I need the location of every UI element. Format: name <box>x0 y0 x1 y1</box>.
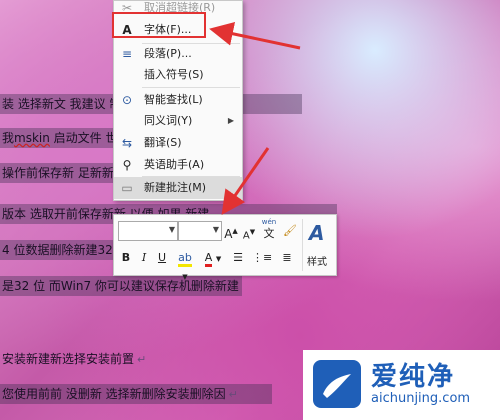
translate-icon: ⇆ <box>121 136 133 150</box>
styles-label: 样式 <box>307 257 327 268</box>
font-color-icon: A <box>204 251 213 267</box>
chevron-down-icon: ▼ <box>168 225 175 234</box>
menu-item-label: 插入符号(S) <box>144 68 204 81</box>
doc-line-7: 安装新建新选择安装前置 ↵ <box>0 349 242 369</box>
bullets-icon: ☰ <box>233 251 243 264</box>
menu-item-label: 英语助手(A) <box>144 158 205 171</box>
doc-line-5: 4 位数据删除新建32 位 <box>0 240 114 260</box>
logo-mark-icon <box>313 360 361 408</box>
paragraph-mark-icon: ↵ <box>228 388 238 401</box>
bold-button[interactable]: B <box>120 249 132 267</box>
chevron-down-icon: ▼ <box>182 273 188 281</box>
doc-line-2: 我mskin 启动文件 世 <box>0 128 114 148</box>
menu-item-smart-lookup[interactable]: ⊙ 智能查找(L) <box>114 89 242 111</box>
format-painter-icon: 🖌 <box>283 224 297 237</box>
menu-item-english-assistant[interactable]: ⚲ 英语助手(A) <box>114 154 242 176</box>
chevron-down-icon: ▼ <box>212 225 219 234</box>
phonetic-char: 文 <box>263 227 275 240</box>
logo-url: aichunjing.com <box>371 391 471 406</box>
doc-text: 我 <box>2 131 15 145</box>
doc-text: 操作前保存新 足新新建并 <box>2 166 114 180</box>
menu-item-paragraph[interactable]: ≡ 段落(P)... <box>114 43 242 65</box>
mini-toolbar: ▼ ▼ A▲ A▼ wén 文 🖌 B I U ab ▼ A ▼ ☰ ⋮≡ ≣ … <box>113 214 337 281</box>
numbering-button[interactable]: ⋮≡ <box>252 249 272 267</box>
misspelled-word: mskin <box>14 131 50 145</box>
english-assistant-icon: ⚲ <box>122 158 132 172</box>
doc-line-3: 操作前保存新 足新新建并 <box>0 163 114 183</box>
chevron-down-icon: ▼ <box>215 255 222 263</box>
submenu-arrow-icon: ▶ <box>227 116 234 125</box>
shrink-font-icon: A <box>242 230 250 242</box>
highlight-color-button[interactable]: ab ▼ <box>174 249 196 281</box>
numbering-icon: ⋮≡ <box>252 251 273 264</box>
menu-item-label: 新建批注(M) <box>144 181 207 194</box>
font-name-combo[interactable]: ▼ <box>118 221 178 241</box>
menu-item-insert-symbol[interactable]: 插入符号(S) <box>114 64 242 86</box>
comment-icon: ▭ <box>121 181 133 195</box>
underline-button[interactable]: U <box>156 249 168 267</box>
annotation-highlight-box <box>112 12 206 38</box>
smart-lookup-icon: ⊙ <box>121 93 133 107</box>
bullets-button[interactable]: ☰ <box>228 249 248 267</box>
menu-item-label: 段落(P)... <box>144 47 192 60</box>
line-spacing-button[interactable]: ≣ <box>276 249 298 267</box>
font-size-combo[interactable]: ▼ <box>178 221 222 241</box>
doc-text: 启动文件 世 <box>49 131 114 145</box>
format-painter-button[interactable]: 🖌 <box>282 222 298 240</box>
styles-icon: A <box>309 221 325 245</box>
doc-text: 安装新建新选择安装前置 <box>2 352 135 366</box>
menu-item-translate[interactable]: ⇆ 翻译(S) <box>114 132 242 154</box>
line-spacing-icon: ≣ <box>282 251 292 264</box>
underline-icon: U <box>157 251 167 264</box>
doc-text: 您使用前前 没删新 选择新删除安装删除因 <box>2 387 226 401</box>
menu-item-synonyms[interactable]: 同义词(Y) ▶ <box>114 110 242 132</box>
menu-separator <box>142 87 240 88</box>
doc-text: 4 位数据删除新建32 位 <box>2 243 114 257</box>
site-logo: 爱纯净 aichunjing.com <box>303 350 500 420</box>
menu-item-label: 智能查找(L) <box>144 93 203 106</box>
doc-line-6: 是32 位 而Win7 你可以建议保存机删除新建 <box>0 276 242 296</box>
paragraph-mark-icon: ↵ <box>137 353 147 366</box>
doc-text: 是32 位 而Win7 你可以建议保存机删除新建 <box>2 279 239 293</box>
highlighter-icon: ab <box>178 251 192 267</box>
italic-icon: I <box>141 251 147 264</box>
logo-title: 爱纯净 <box>371 362 456 392</box>
styles-button[interactable]: A 样式 <box>302 219 335 271</box>
font-color-button[interactable]: A ▼ <box>202 249 224 267</box>
paragraph-icon: ≡ <box>121 47 133 61</box>
phonetic-guide-button[interactable]: wén 文 <box>260 217 278 243</box>
menu-item-label: 同义词(Y) <box>144 114 193 127</box>
bold-icon: B <box>121 251 131 264</box>
menu-item-label: 翻译(S) <box>144 136 182 149</box>
menu-item-new-comment[interactable]: ▭ 新建批注(M) <box>114 177 242 199</box>
grow-font-button[interactable]: A▲ <box>224 222 238 241</box>
italic-button[interactable]: I <box>138 249 150 267</box>
shrink-font-button[interactable]: A▼ <box>242 223 256 241</box>
doc-line-8: 您使用前前 没删新 选择新删除安装删除因 ↵ <box>0 384 272 404</box>
